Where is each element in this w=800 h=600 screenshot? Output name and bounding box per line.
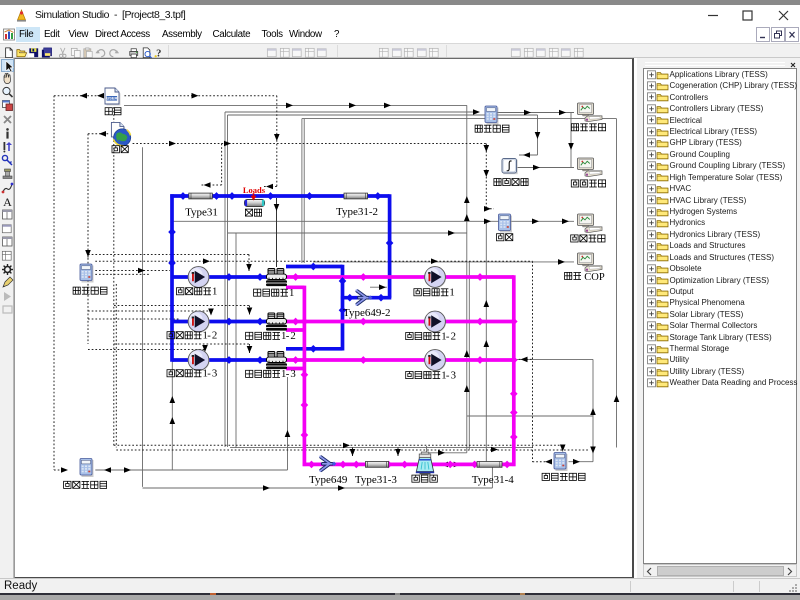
svg-text:3: 3 [451, 369, 456, 381]
svg-text:2: 2 [451, 330, 456, 342]
svg-text:A: A [3, 195, 12, 208]
svg-text:Type31-2: Type31-2 [336, 206, 378, 218]
svg-text:-: - [286, 330, 290, 342]
svg-text:-: - [446, 369, 450, 381]
svg-text:-: - [207, 367, 211, 379]
svg-text:USER: USER [106, 95, 117, 100]
svg-text:Type31-3: Type31-3 [355, 474, 397, 486]
svg-text:3: 3 [290, 368, 295, 380]
svg-text:-: - [207, 329, 211, 341]
svg-text:1: 1 [449, 286, 454, 298]
svg-text:Type649-2: Type649-2 [343, 307, 391, 319]
svg-text:Type649: Type649 [309, 474, 348, 486]
svg-text:1: 1 [289, 287, 294, 299]
svg-text:Type31-4: Type31-4 [472, 474, 514, 486]
svg-text:Type31: Type31 [185, 206, 218, 218]
svg-text:1: 1 [212, 285, 217, 297]
svg-text:2: 2 [212, 329, 217, 341]
svg-text:COP: COP [584, 271, 605, 282]
svg-text:-: - [446, 330, 450, 342]
svg-text:-: - [286, 368, 290, 380]
svg-text:2: 2 [290, 330, 295, 342]
svg-text:3: 3 [212, 367, 217, 379]
